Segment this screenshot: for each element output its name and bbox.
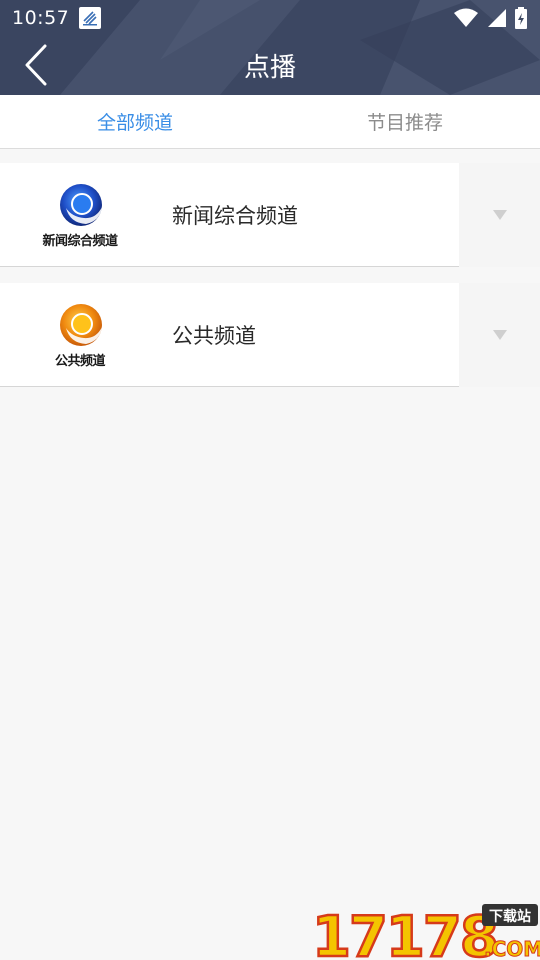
news-channel-logo-text: 新闻综合频道 bbox=[42, 233, 118, 249]
navigation-bar: 点播 bbox=[0, 36, 540, 95]
watermark-tag: 下载站 bbox=[489, 908, 531, 925]
chevron-left-icon bbox=[25, 44, 47, 86]
tab-recommended-programs[interactable]: 节目推荐 bbox=[270, 95, 540, 148]
channel-item-news[interactable]: 新闻综合频道 新闻综合频道 bbox=[0, 162, 540, 267]
page-title: 点播 bbox=[243, 53, 296, 83]
dropdown-triangle-icon bbox=[492, 329, 507, 340]
expand-button[interactable] bbox=[459, 282, 540, 387]
status-time: 10:57 bbox=[12, 7, 70, 29]
channel-name: 新闻综合频道 bbox=[172, 203, 298, 228]
cell-signal-icon bbox=[488, 9, 506, 27]
channel-name: 公共频道 bbox=[172, 323, 256, 348]
watermark-domain: .COM bbox=[484, 937, 540, 960]
notification-app-icon bbox=[79, 7, 102, 29]
public-channel-logo: 公共频道 bbox=[0, 283, 160, 387]
expand-button[interactable] bbox=[459, 162, 540, 267]
tab-all-channels[interactable]: 全部频道 bbox=[0, 95, 270, 148]
tab-bar: 全部频道 节目推荐 bbox=[0, 95, 540, 149]
status-bar: 10:57 bbox=[0, 0, 540, 36]
back-button[interactable] bbox=[18, 42, 54, 88]
public-channel-logo-text: 公共频道 bbox=[54, 353, 106, 369]
battery-icon bbox=[515, 7, 527, 29]
wifi-icon bbox=[454, 8, 478, 27]
channel-item-public[interactable]: 公共频道 公共频道 bbox=[0, 282, 540, 387]
dropdown-triangle-icon bbox=[492, 209, 507, 220]
watermark-number: 17178 bbox=[312, 905, 497, 960]
news-channel-logo: 新闻综合频道 bbox=[0, 163, 160, 267]
app-header: 10:57 点播 bbox=[0, 0, 540, 95]
watermark-17178-logo: 17178 下载站 .COM bbox=[310, 900, 540, 960]
